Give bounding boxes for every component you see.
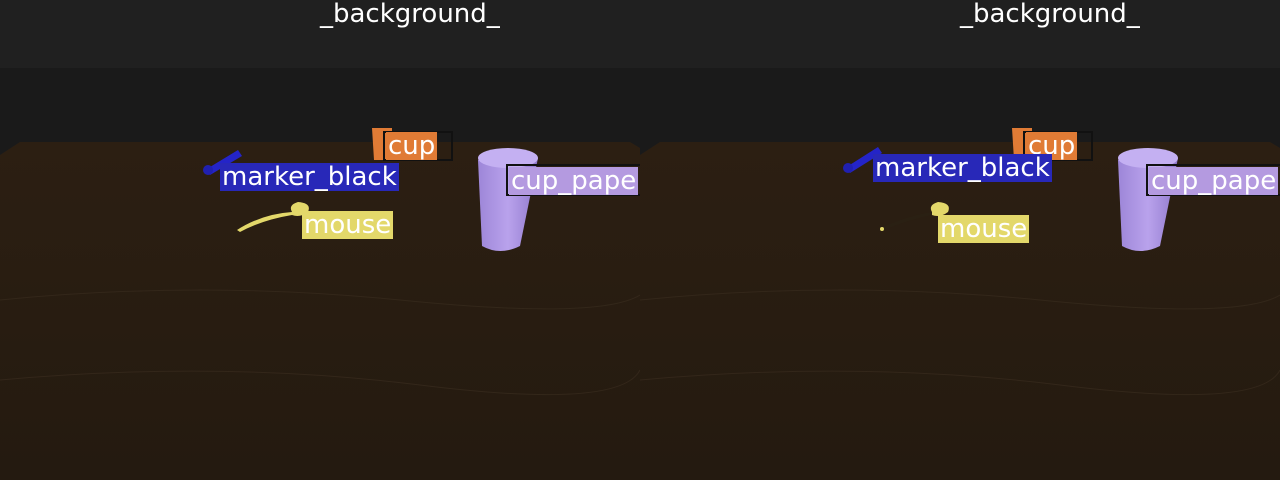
- left-view: _background_ cup marker_black mouse cup_…: [0, 0, 640, 480]
- wall: [640, 68, 1280, 148]
- background-title: _background_: [960, 0, 1140, 29]
- right-view: _background_ cup marker_black mouse cup_…: [640, 0, 1280, 480]
- marker-cap: [843, 163, 853, 173]
- wall: [0, 68, 640, 148]
- background-title: _background_: [320, 0, 500, 29]
- mouse-label: mouse: [938, 214, 1030, 244]
- left-scene: [0, 0, 640, 480]
- marker-black-label: marker_black: [873, 153, 1052, 183]
- mouse-label: mouse: [302, 210, 394, 240]
- marker-cap: [203, 165, 213, 175]
- segmentation-comparison: _background_ cup marker_black mouse cup_…: [0, 0, 1280, 480]
- mouse-object-fragment: [880, 227, 884, 231]
- cup-label: cup: [386, 131, 438, 161]
- marker-black-label: marker_black: [220, 162, 399, 192]
- cup-paper-label: cup_pape: [509, 166, 639, 196]
- cup-paper-label: cup_pape: [1149, 166, 1279, 196]
